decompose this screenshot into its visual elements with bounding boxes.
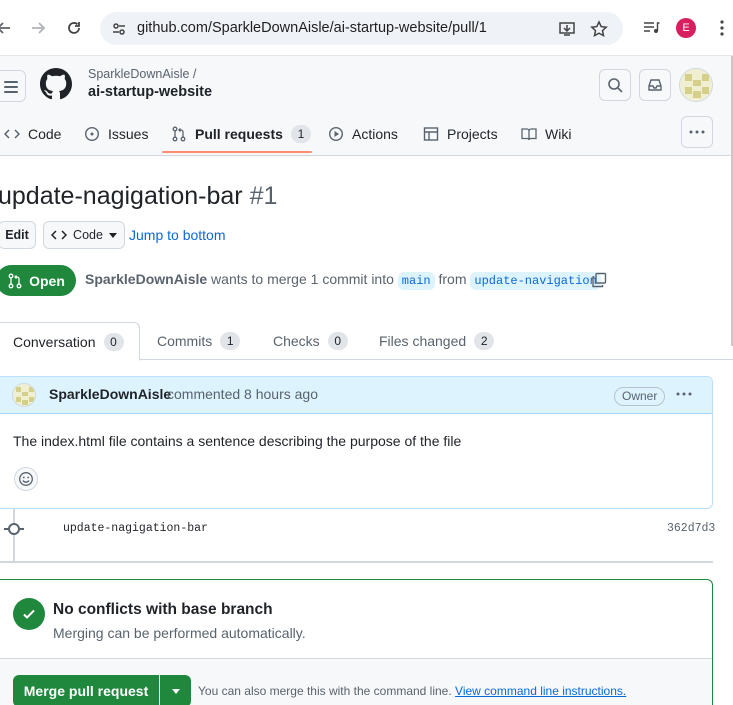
tab-pull-requests[interactable]: Pull requests 1: [171, 114, 311, 154]
tab-checks-label: Checks: [273, 333, 320, 349]
address-bar[interactable]: github.com/SparkleDownAisle/ai-startup-w…: [100, 12, 623, 45]
repo-header: SparkleDownAisle / ai-startup-website Co…: [0, 56, 733, 156]
tab-files-changed-label: Files changed: [379, 333, 467, 349]
browser-menu-icon[interactable]: [708, 14, 733, 42]
bookmark-star-icon[interactable]: [588, 18, 610, 40]
commit-sha-link[interactable]: 362d7d3: [667, 522, 715, 535]
code-dropdown-button[interactable]: Code: [43, 221, 125, 249]
owner-badge: Owner: [614, 387, 666, 406]
table-icon: [423, 127, 439, 141]
merge-box: No conflicts with base branch Merging ca…: [0, 579, 713, 705]
checks-count: 0: [327, 332, 348, 350]
merge-status-title: No conflicts with base branch: [53, 601, 273, 618]
pr-author-link[interactable]: SparkleDownAisle: [85, 271, 207, 287]
caret-down-icon: [171, 688, 180, 694]
tab-issues[interactable]: Issues: [84, 114, 148, 154]
tab-code-label: Code: [28, 126, 62, 142]
pull-requests-count: 1: [290, 125, 311, 143]
commit-icon: [4, 523, 24, 535]
profile-avatar[interactable]: E: [676, 18, 696, 38]
head-branch-label[interactable]: update-navigation: [470, 272, 601, 290]
code-icon: [4, 129, 20, 139]
comment-body: The index.html file contains a sentence …: [13, 433, 462, 449]
tab-issues-label: Issues: [108, 126, 149, 142]
tab-code[interactable]: Code: [4, 114, 61, 154]
pr-tabs: Conversation 0 Commits 1 Checks 0 Files …: [0, 322, 733, 361]
timeline-separator: [0, 561, 713, 563]
caret-down-icon: [108, 232, 117, 238]
merge-pull-request-button[interactable]: Merge pull request: [13, 675, 159, 705]
copy-icon[interactable]: [591, 272, 607, 288]
repo-name-link[interactable]: ai-startup-website: [88, 84, 212, 100]
comment-box: SparkleDownAisle commented 8 hours ago O…: [0, 376, 713, 509]
comment-options-icon[interactable]: [674, 384, 694, 404]
media-controls-icon[interactable]: [637, 14, 665, 42]
pr-title-text: update-nagigation-bar: [0, 182, 243, 210]
repo-tabs: Code Issues Pull requests 1 Actions Proj…: [0, 114, 733, 156]
address-url[interactable]: github.com/SparkleDownAisle/ai-startup-w…: [137, 20, 487, 36]
avatar[interactable]: [12, 383, 36, 407]
book-icon: [521, 128, 537, 141]
commits-count: 1: [220, 332, 241, 350]
tab-conversation-label: Conversation: [13, 333, 96, 350]
active-tab-underline: [162, 151, 312, 153]
reload-icon[interactable]: [60, 14, 88, 42]
install-app-icon[interactable]: [556, 18, 578, 40]
tab-wiki-label: Wiki: [545, 126, 572, 142]
tab-files-changed[interactable]: Files changed 2: [379, 322, 495, 360]
cli-hint-text: You can also merge this with the command…: [198, 684, 452, 698]
conversation-count: 0: [103, 332, 124, 351]
code-dropdown-label: Code: [73, 228, 103, 242]
merge-status-subtitle: Merging can be performed automatically.: [53, 625, 306, 641]
github-logo-icon[interactable]: [40, 68, 72, 100]
page-title: update-nagigation-bar #1: [0, 182, 277, 211]
tab-checks[interactable]: Checks 0: [273, 322, 348, 360]
tab-pull-requests-label: Pull requests: [195, 126, 283, 142]
inbox-icon[interactable]: [639, 69, 671, 101]
issue-icon: [84, 126, 100, 142]
jump-to-bottom-link[interactable]: Jump to bottom: [129, 227, 226, 243]
comment-timestamp[interactable]: commented 8 hours ago: [167, 386, 318, 402]
back-icon[interactable]: [0, 14, 18, 42]
play-icon: [328, 126, 344, 142]
merge-summary: SparkleDownAisle wants to merge 1 commit…: [85, 271, 601, 290]
status-label: Open: [29, 272, 65, 289]
tab-commits-label: Commits: [157, 333, 213, 349]
site-info-icon[interactable]: [108, 18, 130, 40]
comment-author-link[interactable]: SparkleDownAisle: [49, 386, 171, 402]
merge-options-dropdown[interactable]: [160, 675, 191, 705]
comment-header: SparkleDownAisle commented 8 hours ago O…: [0, 377, 712, 414]
add-reaction-icon[interactable]: [14, 467, 38, 491]
files-changed-count: 2: [474, 332, 495, 350]
cli-instructions-link[interactable]: View command line instructions.: [455, 684, 626, 698]
base-branch-label[interactable]: main: [397, 272, 435, 290]
status-badge: Open: [0, 265, 76, 296]
pr-number: #1: [249, 182, 278, 210]
cli-hint: You can also merge this with the command…: [198, 684, 626, 698]
pull-request-icon: [8, 273, 22, 288]
tab-projects[interactable]: Projects: [423, 114, 498, 154]
search-icon[interactable]: [599, 69, 631, 101]
tab-conversation[interactable]: Conversation 0: [0, 322, 140, 361]
more-options-icon[interactable]: [681, 116, 713, 148]
edit-button[interactable]: Edit: [0, 221, 36, 249]
tab-wiki[interactable]: Wiki: [521, 114, 571, 154]
user-avatar[interactable]: [679, 68, 713, 102]
merge-text: wants to merge 1 commit into: [211, 271, 394, 287]
commit-message-link[interactable]: update-nagigation-bar: [63, 522, 208, 535]
edit-button-label: Edit: [5, 228, 29, 242]
timeline-line: [13, 509, 15, 561]
menu-icon[interactable]: [0, 70, 26, 102]
tab-actions-label: Actions: [352, 126, 398, 142]
browser-toolbar: github.com/SparkleDownAisle/ai-startup-w…: [0, 0, 733, 56]
repo-owner-link[interactable]: SparkleDownAisle /: [88, 67, 196, 81]
check-icon: [13, 598, 45, 630]
tab-projects-label: Projects: [447, 126, 498, 142]
tab-actions[interactable]: Actions: [328, 114, 398, 154]
from-text: from: [438, 271, 467, 287]
tab-commits[interactable]: Commits 1: [157, 322, 241, 360]
pull-request-icon: [172, 126, 186, 142]
code-icon: [51, 230, 68, 240]
forward-icon[interactable]: [24, 14, 52, 42]
